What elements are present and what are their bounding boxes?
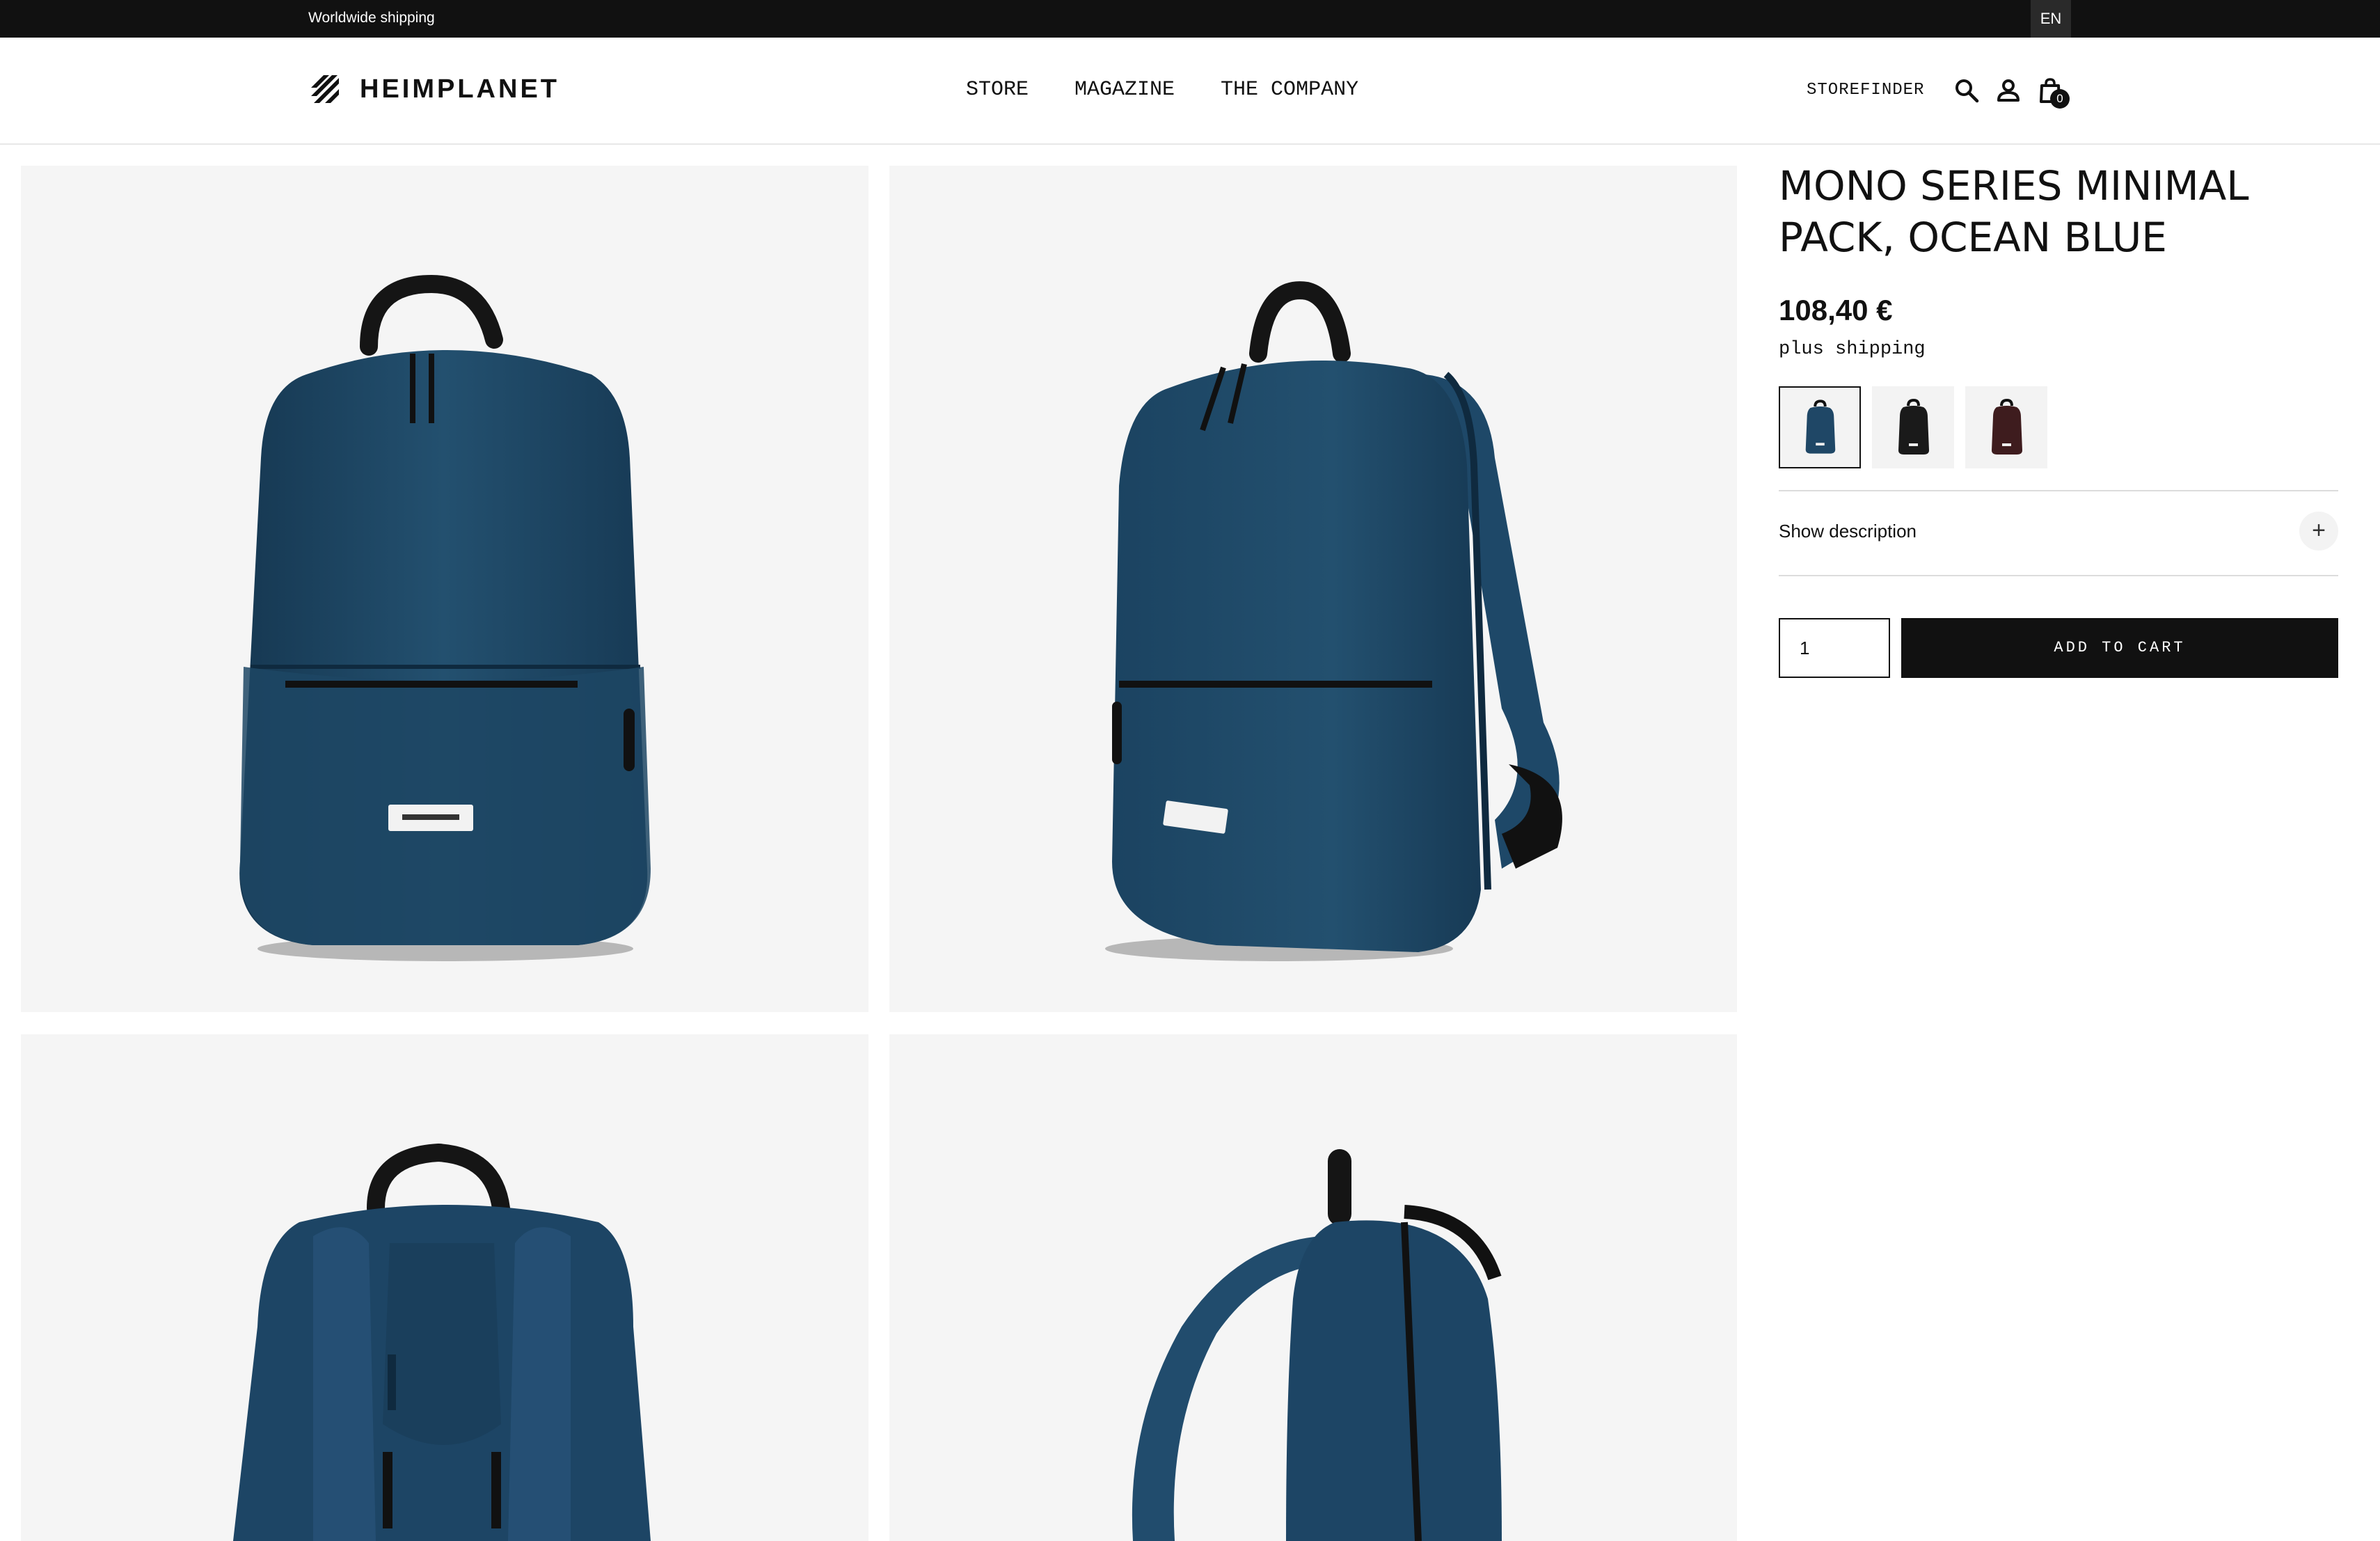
product-image-angled[interactable]	[889, 166, 1737, 1012]
nav-the-company[interactable]: THE COMPANY	[1221, 77, 1358, 103]
shipping-notice: Worldwide shipping	[308, 10, 435, 26]
backpack-angled-image	[1105, 281, 1562, 961]
nav-magazine[interactable]: MAGAZINE	[1074, 77, 1175, 103]
backpack-thumbnail-image	[1898, 398, 1929, 455]
variant-swatch-ocean-blue[interactable]	[1779, 386, 1861, 468]
storefinder-link[interactable]: STOREFINDER	[1807, 79, 1924, 102]
divider	[1779, 575, 2338, 576]
cart-count-badge: 0	[2050, 89, 2070, 109]
product-image-front[interactable]	[21, 166, 868, 1012]
variant-swatch-burgundy[interactable]	[1965, 386, 2047, 468]
backpack-side-image	[1132, 1149, 1502, 1541]
product-image-side[interactable]	[889, 1034, 1737, 1541]
quantity-input[interactable]	[1779, 618, 1890, 678]
announcement-bar: Worldwide shipping EN	[0, 0, 2380, 38]
search-icon[interactable]	[1953, 77, 1981, 104]
heimplanet-logo-icon	[311, 75, 339, 103]
brand-wordmark: HEIMPLANET	[360, 74, 560, 104]
plus-icon[interactable]: +	[2299, 512, 2338, 551]
product-price: 108,40 €	[1779, 294, 1893, 326]
backpack-thumbnail-image	[1805, 400, 1836, 454]
backpack-back-image	[233, 1143, 651, 1541]
backpack-thumbnail-image	[1992, 398, 2022, 455]
language-switcher[interactable]: EN	[2031, 0, 2071, 38]
description-toggle[interactable]: Show description +	[1779, 491, 2338, 574]
variant-swatch-black[interactable]	[1872, 386, 1954, 468]
account-icon[interactable]	[1994, 77, 2022, 104]
brand-logo[interactable]: HEIMPLANET	[308, 71, 560, 107]
description-toggle-label: Show description	[1779, 521, 1917, 542]
product-image-back[interactable]	[21, 1034, 868, 1541]
site-header: HEIMPLANET STORE MAGAZINE THE COMPANY ST…	[0, 38, 2380, 145]
product-title: MONO SERIES MINIMAL PACK, OCEAN BLUE	[1779, 162, 2249, 261]
main-nav: STORE MAGAZINE THE COMPANY	[966, 77, 1404, 103]
nav-store[interactable]: STORE	[966, 77, 1029, 103]
backpack-front-image	[239, 274, 651, 961]
add-to-cart-button[interactable]: ADD TO CART	[1901, 618, 2338, 678]
shipping-note[interactable]: plus shipping	[1779, 337, 1926, 362]
